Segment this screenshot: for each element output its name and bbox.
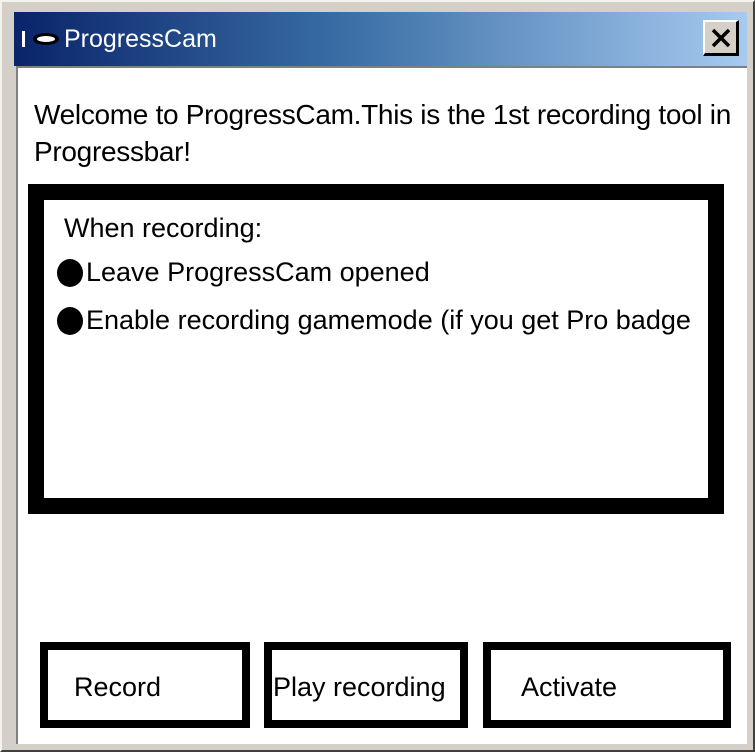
- close-button[interactable]: [703, 20, 739, 56]
- record-button[interactable]: Record: [40, 642, 250, 728]
- list-item: Leave ProgressCam opened: [57, 256, 697, 289]
- bullet-icon: [57, 307, 83, 335]
- activate-button[interactable]: Activate: [483, 642, 731, 728]
- activate-button-label: Activate: [521, 672, 618, 702]
- close-icon: [711, 28, 731, 48]
- play-recording-button[interactable]: Play recording: [264, 642, 468, 728]
- client-area: Welcome to ProgressCam.This is the 1st r…: [16, 66, 747, 744]
- window-title: ProgressCam: [64, 25, 217, 53]
- list-item-text: Enable recording gamemode (if you get Pr…: [86, 305, 691, 335]
- app-window: ProgressCam Welcome to ProgressCam.This …: [0, 0, 755, 752]
- recording-info-box: When recording: Leave ProgressCam opened…: [28, 184, 724, 514]
- camera-icon: [22, 31, 59, 47]
- record-button-label: Record: [74, 672, 162, 702]
- bullet-icon: [57, 259, 83, 287]
- info-heading: When recording:: [64, 213, 263, 243]
- title-bar[interactable]: ProgressCam: [14, 12, 747, 66]
- list-item-text: Leave ProgressCam opened: [86, 257, 430, 287]
- play-recording-button-label: Play recording: [273, 672, 446, 702]
- list-item: Enable recording gamemode (if you get Pr…: [57, 304, 697, 337]
- welcome-message: Welcome to ProgressCam.This is the 1st r…: [34, 99, 731, 167]
